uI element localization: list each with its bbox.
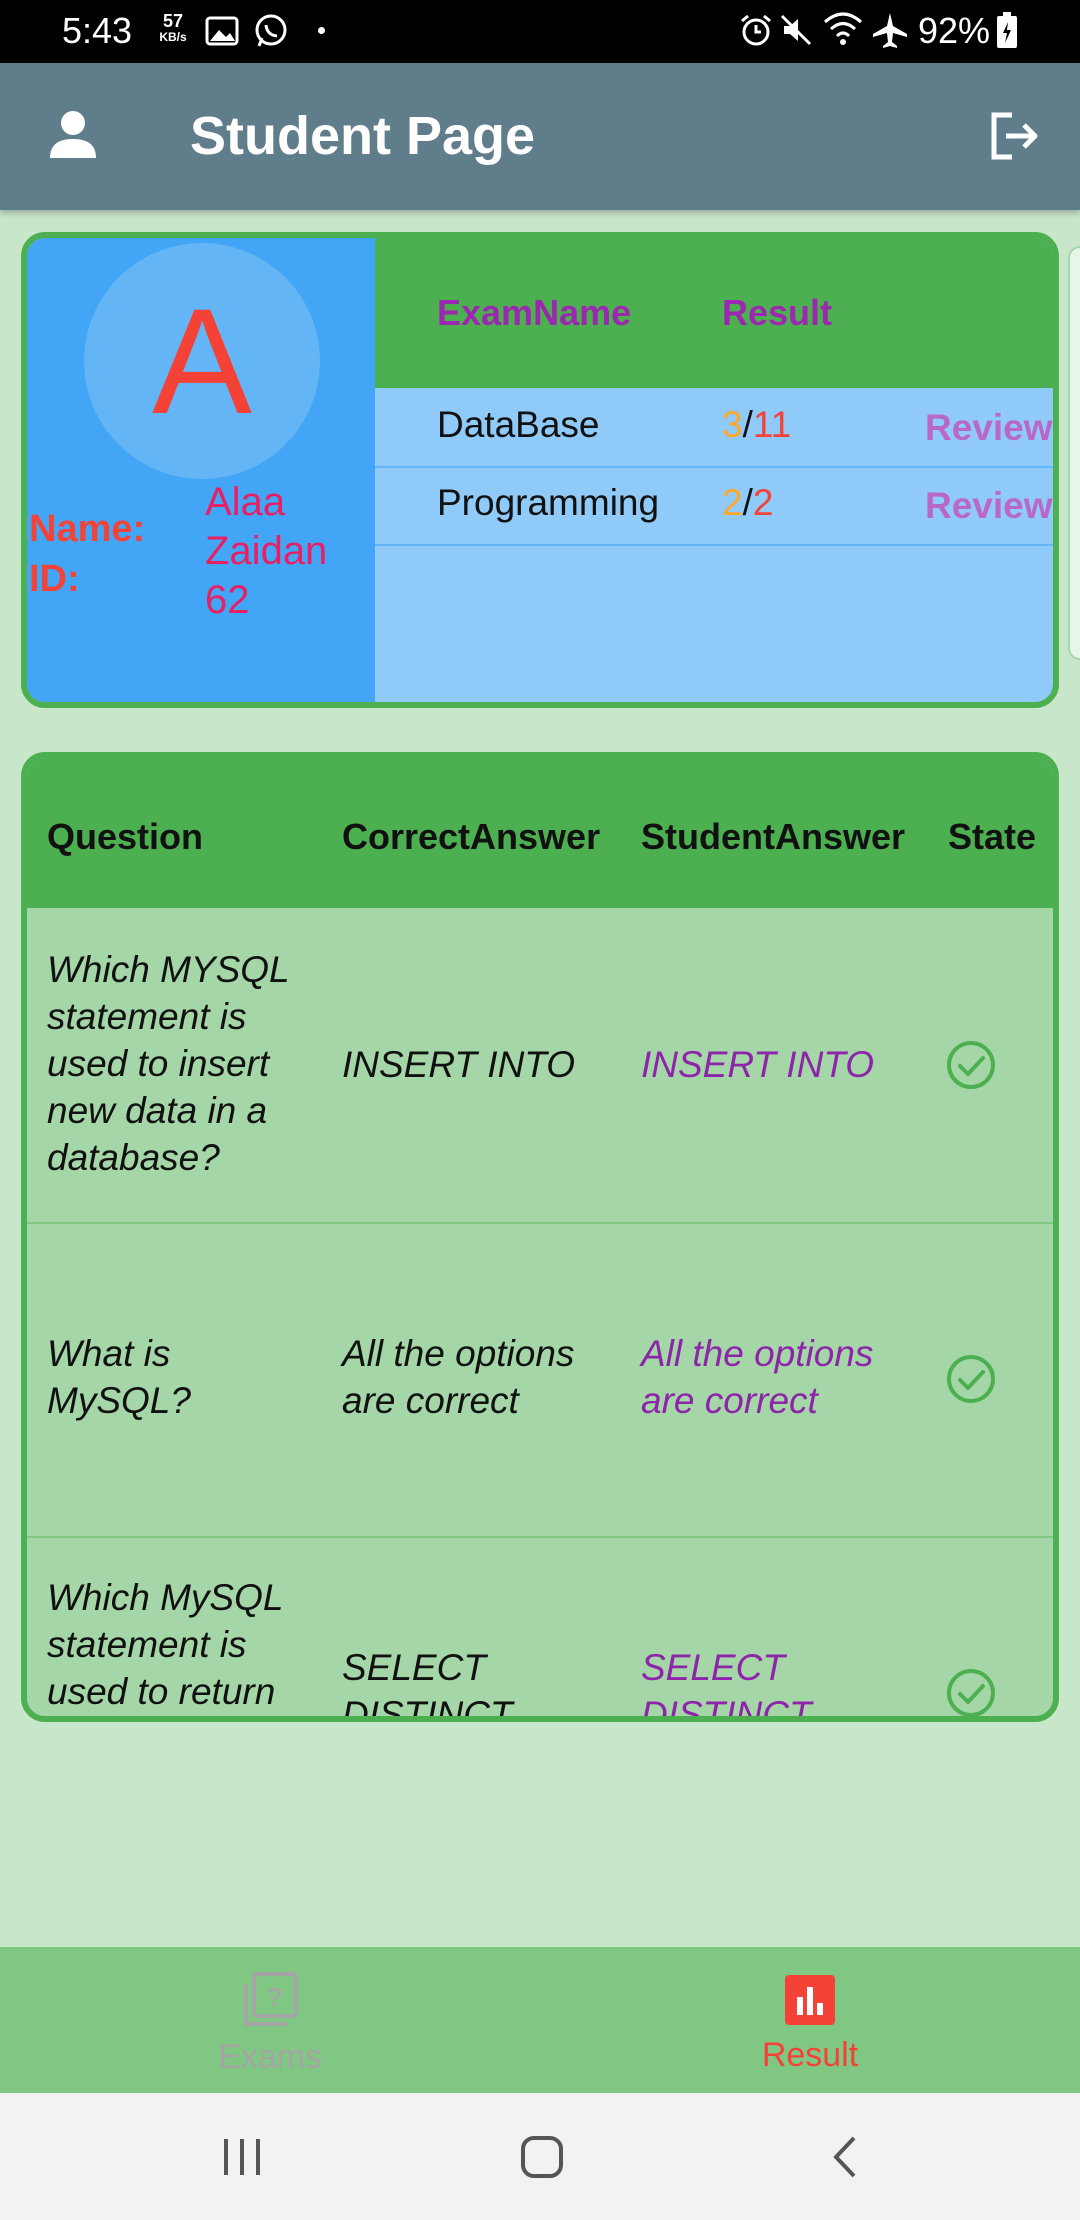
result-header: Result xyxy=(722,292,833,333)
student-last-name: Zaidan xyxy=(205,529,328,573)
network-speed: 57 KB/s xyxy=(155,12,191,44)
question-text: Which MySQL statement is used to return xyxy=(47,1577,283,1712)
exam-name: DataBase xyxy=(437,404,600,445)
home-icon[interactable] xyxy=(520,2135,564,2179)
exam-name: Programming xyxy=(437,482,660,523)
review-button[interactable]: Review xyxy=(925,403,1053,453)
student-answer: SELECT DISTINCT xyxy=(641,1647,812,1722)
recent-apps-icon[interactable] xyxy=(222,2137,262,2177)
student-first-name: Alaa xyxy=(205,480,286,524)
student-answer: All the options are correct xyxy=(641,1333,874,1421)
name-label: Name: xyxy=(29,508,146,550)
page-title: Student Page xyxy=(190,106,536,166)
student-answer-header: StudentAnswer xyxy=(641,816,906,857)
check-circle-icon xyxy=(947,1041,995,1089)
review-button[interactable]: Review xyxy=(925,481,1053,531)
nav-label-exams: Exams xyxy=(218,2038,322,2076)
question-text: What is MySQL? xyxy=(47,1333,191,1421)
student-results-card: A Name: ID: Alaa Zaidan 62 ExamName Resu… xyxy=(21,232,1059,708)
check-circle-icon xyxy=(947,1669,995,1716)
question-header: Question xyxy=(47,816,204,857)
correct-answer: INSERT INTO xyxy=(342,1044,576,1085)
nav-item-exams[interactable]: ? Exams xyxy=(120,1947,420,2093)
bottom-navigation: ? Exams Result xyxy=(0,1947,1080,2093)
battery-icon xyxy=(997,12,1017,48)
exam-table-header: ExamName Result xyxy=(375,238,1053,388)
speed-unit: KB/s xyxy=(159,30,187,44)
logout-icon[interactable] xyxy=(988,111,1040,161)
correct-answer: SELECT DISTINCT xyxy=(342,1647,513,1722)
nav-label-result: Result xyxy=(761,2036,859,2074)
question-table-header: Question CorrectAnswer StudentAnswer Sta… xyxy=(27,758,1053,908)
correct-answer: All the options are correct xyxy=(342,1333,575,1421)
status-time: 5:43 xyxy=(62,10,133,51)
system-navigation-bar xyxy=(0,2093,1080,2220)
question-results-card[interactable]: Question CorrectAnswer StudentAnswer Sta… xyxy=(21,752,1059,1722)
alarm-icon xyxy=(741,14,771,46)
battery-percent: 92% xyxy=(918,10,991,51)
quiz-icon: ? xyxy=(244,1972,298,2026)
nav-item-result[interactable]: Result xyxy=(660,1947,960,2093)
table-row: What is MySQL? All the options are corre… xyxy=(27,1222,1053,1538)
question-text: Which MYSQL statement is used to insert … xyxy=(47,949,289,1178)
student-profile: A Name: ID: Alaa Zaidan 62 xyxy=(27,238,375,702)
notification-dot-icon xyxy=(318,27,325,34)
status-bar: 5:43 57 KB/s 92% xyxy=(0,0,1080,63)
wifi-icon xyxy=(824,12,862,45)
bar-chart-icon xyxy=(785,1975,835,2025)
gallery-icon xyxy=(205,16,239,46)
avatar: A xyxy=(84,243,320,479)
student-answer: INSERT INTO xyxy=(641,1044,875,1085)
whatsapp-icon xyxy=(255,14,287,47)
svg-text:?: ? xyxy=(267,1982,283,2012)
airplane-mode-icon xyxy=(873,13,907,48)
speed-value: 57 xyxy=(162,11,184,31)
id-label: ID: xyxy=(29,558,80,600)
back-icon[interactable] xyxy=(830,2135,860,2179)
table-row: Which MYSQL statement is used to insert … xyxy=(27,908,1053,1224)
table-row: Which MySQL statement is used to return … xyxy=(27,1536,1053,1722)
exam-row: Programming 2/2 Review xyxy=(375,466,1053,546)
account-icon[interactable] xyxy=(48,108,98,160)
state-header: State xyxy=(948,816,1037,857)
app-bar: Student Page xyxy=(0,63,1080,210)
mute-icon xyxy=(780,14,812,46)
exam-row: DataBase 3/11 Review xyxy=(375,388,1053,468)
student-id: 62 xyxy=(205,578,250,622)
exam-score: 2/2 xyxy=(722,482,774,523)
correct-answer-header: CorrectAnswer xyxy=(342,816,601,857)
scroll-edge-indicator xyxy=(1068,246,1080,660)
exam-name-header: ExamName xyxy=(437,292,632,333)
exam-score: 3/11 xyxy=(722,404,792,445)
check-circle-icon xyxy=(947,1355,995,1403)
